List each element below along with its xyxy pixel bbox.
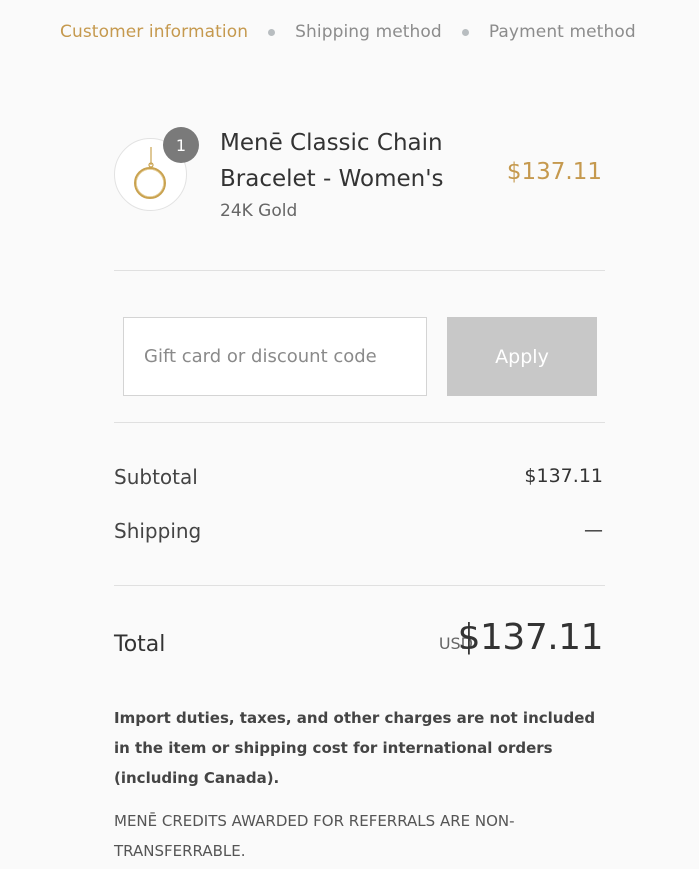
breadcrumb-separator-dot [461, 28, 469, 36]
checkout-summary-page: Customer information Shipping method Pay… [0, 0, 699, 869]
product-line-item: 1 Menē Classic Chain Bracelet - Women's … [114, 125, 604, 225]
breadcrumb-shipping-method: Shipping method [295, 22, 442, 42]
product-variant: 24K Gold [220, 201, 298, 221]
credits-notice: MENĒ CREDITS AWARDED FOR REFERRALS ARE N… [114, 812, 515, 860]
subtotal-label: Subtotal [114, 465, 198, 489]
discount-code-input[interactable] [123, 317, 427, 396]
divider [114, 270, 605, 271]
apply-discount-button[interactable]: Apply [447, 317, 597, 396]
import-duties-notice: Import duties, taxes, and other charges … [114, 709, 596, 787]
breadcrumb-customer-information[interactable]: Customer information [60, 22, 248, 42]
breadcrumb-payment-method: Payment method [488, 22, 636, 42]
breadcrumb: Customer information Shipping method Pay… [60, 22, 636, 42]
total-label: Total [114, 632, 166, 657]
shipping-value: — [584, 519, 603, 541]
product-price: $137.11 [506, 159, 602, 185]
product-name: Menē Classic Chain Bracelet - Women's [220, 130, 444, 192]
quantity-badge: 1 [163, 127, 199, 163]
divider [114, 585, 605, 586]
divider [114, 422, 605, 423]
total-amount: $137.11 [457, 617, 604, 658]
subtotal-value: $137.11 [524, 465, 603, 487]
shipping-label: Shipping [114, 519, 202, 543]
breadcrumb-separator-dot [268, 28, 276, 36]
